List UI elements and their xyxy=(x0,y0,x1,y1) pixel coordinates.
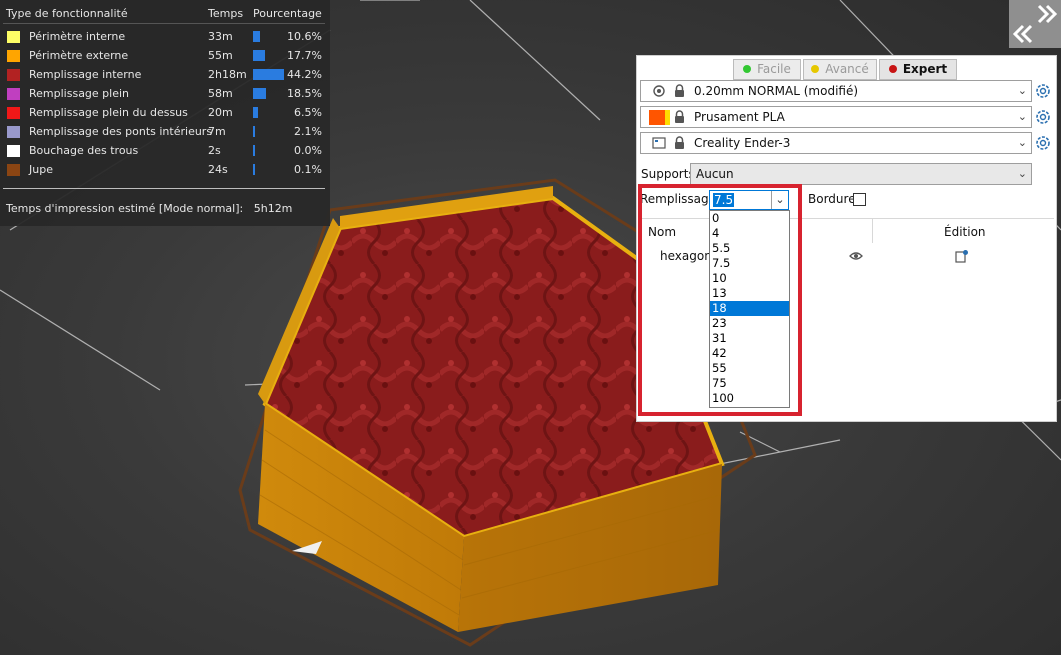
legend-percent-bar xyxy=(253,164,255,175)
print-settings-gear-icon[interactable] xyxy=(1035,83,1051,99)
legend-label: Bouchage des trous xyxy=(29,144,139,157)
mode-advanced-button[interactable]: Avancé xyxy=(803,59,877,80)
legend-percent-bar xyxy=(253,107,258,118)
mode-easy-label: Facile xyxy=(757,62,791,76)
legend-percent: 18.5% xyxy=(287,87,322,100)
legend-header-divider xyxy=(3,23,325,24)
legend-time: 20m xyxy=(208,106,233,119)
print-settings-combo[interactable]: 0.20mm NORMAL (modifié) ⌄ xyxy=(640,80,1032,102)
legend-label: Jupe xyxy=(29,163,53,176)
print-time-estimate: Temps d'impression estimé [Mode normal]:… xyxy=(6,202,292,215)
legend-row: Périmètre interne 33m 10.6% xyxy=(0,27,330,46)
mode-easy-button[interactable]: Facile xyxy=(733,59,801,80)
legend-percent: 0.0% xyxy=(294,144,322,157)
legend-header-feature: Type de fonctionnalité xyxy=(6,7,128,20)
legend-divider xyxy=(3,188,325,189)
easy-dot-icon xyxy=(743,64,752,73)
mode-expert-button[interactable]: Expert xyxy=(879,59,957,80)
legend-time: 7m xyxy=(208,125,226,138)
supports-combo[interactable]: Aucun ⌄ xyxy=(690,163,1032,185)
brim-label: Bordure: xyxy=(808,192,860,206)
column-divider xyxy=(872,219,873,243)
brim-checkbox[interactable] xyxy=(853,193,866,206)
legend-row: Jupe 24s 0.1% xyxy=(0,160,330,179)
estimate-label: Temps d'impression estimé [Mode normal]: xyxy=(6,202,244,215)
legend-color-swatch xyxy=(7,145,20,157)
printer-value: Creality Ender-3 xyxy=(694,136,791,150)
chevron-down-icon: ⌄ xyxy=(1017,167,1027,180)
legend-label: Périmètre externe xyxy=(29,49,129,62)
legend-percent-bar xyxy=(253,69,284,80)
advanced-dot-icon xyxy=(811,64,820,73)
legend-row: Périmètre externe 55m 17.7% xyxy=(0,46,330,65)
print-settings-value: 0.20mm NORMAL (modifié) xyxy=(694,84,859,98)
chevron-down-icon: ⌄ xyxy=(1017,84,1027,97)
legend-row: Remplissage plein 58m 18.5% xyxy=(0,84,330,103)
legend-percent: 2.1% xyxy=(294,125,322,138)
legend-color-swatch xyxy=(7,88,20,100)
legend-color-swatch xyxy=(7,69,20,81)
chevron-down-icon: ⌄ xyxy=(1017,110,1027,123)
filament-gear-icon[interactable] xyxy=(1035,109,1051,125)
double-chevron-icon xyxy=(1012,4,1058,44)
legend-header-percent: Pourcentage xyxy=(253,7,322,20)
legend-percent-bar xyxy=(253,31,260,42)
lock-icon xyxy=(675,136,684,149)
printer-icon xyxy=(652,137,666,149)
legend-row: Remplissage des ponts intérieurs 7m 2.1% xyxy=(0,122,330,141)
legend-percent: 10.6% xyxy=(287,30,322,43)
filament-value: Prusament PLA xyxy=(694,110,785,124)
legend-label: Remplissage plein xyxy=(29,87,130,100)
filament-combo[interactable]: Prusament PLA ⌄ xyxy=(640,106,1032,128)
highlight-box xyxy=(638,184,802,416)
legend-row: Remplissage interne 2h18m 44.2% xyxy=(0,65,330,84)
legend-color-swatch xyxy=(7,164,20,176)
legend-color-swatch xyxy=(7,107,20,119)
lock-icon xyxy=(675,84,684,97)
legend-header-time: Temps xyxy=(208,7,244,20)
legend-percent: 6.5% xyxy=(294,106,322,119)
printer-combo[interactable]: Creality Ender-3 ⌄ xyxy=(640,132,1032,154)
legend-percent: 44.2% xyxy=(287,68,322,81)
legend-time: 2s xyxy=(208,144,221,157)
legend-time: 55m xyxy=(208,49,233,62)
legend-percent: 0.1% xyxy=(294,163,322,176)
supports-value: Aucun xyxy=(696,167,734,181)
legend-label: Remplissage interne xyxy=(29,68,142,81)
legend-percent-bar xyxy=(253,88,266,99)
filament-color-swatch-2 xyxy=(665,110,670,125)
legend-percent-bar xyxy=(253,50,265,61)
legend-color-swatch xyxy=(7,50,20,62)
legend-label: Périmètre interne xyxy=(29,30,126,43)
column-header-edit[interactable]: Édition xyxy=(944,225,986,239)
legend-row: Bouchage des trous 2s 0.0% xyxy=(0,141,330,160)
legend-time: 2h18m xyxy=(208,68,247,81)
legend-percent-bar xyxy=(253,126,255,137)
legend-color-swatch xyxy=(7,126,20,138)
legend-time: 24s xyxy=(208,163,228,176)
edit-settings-icon[interactable] xyxy=(955,249,969,263)
legend-time: 33m xyxy=(208,30,233,43)
legend-row: Remplissage plein du dessus 20m 6.5% xyxy=(0,103,330,122)
filament-color-swatch xyxy=(649,110,665,125)
legend-label: Remplissage plein du dessus xyxy=(29,106,188,119)
lock-icon xyxy=(675,110,684,123)
legend-percent: 17.7% xyxy=(287,49,322,62)
legend-color-swatch xyxy=(7,31,20,43)
printer-gear-icon[interactable] xyxy=(1035,135,1051,151)
legend-label: Remplissage des ponts intérieurs xyxy=(29,125,213,138)
collapse-sidebar-button[interactable] xyxy=(1009,0,1061,48)
estimate-value: 5h12m xyxy=(253,202,293,215)
mode-expert-label: Expert xyxy=(902,62,948,76)
chevron-down-icon: ⌄ xyxy=(1017,136,1027,149)
legend-time: 58m xyxy=(208,87,233,100)
legend-panel: Type de fonctionnalité Temps Pourcentage… xyxy=(0,0,330,226)
legend-percent-bar xyxy=(253,145,255,156)
mode-advanced-label: Avancé xyxy=(825,62,869,76)
print-settings-icon xyxy=(653,85,665,97)
eye-icon[interactable] xyxy=(849,251,863,261)
expert-dot-icon xyxy=(888,64,897,73)
